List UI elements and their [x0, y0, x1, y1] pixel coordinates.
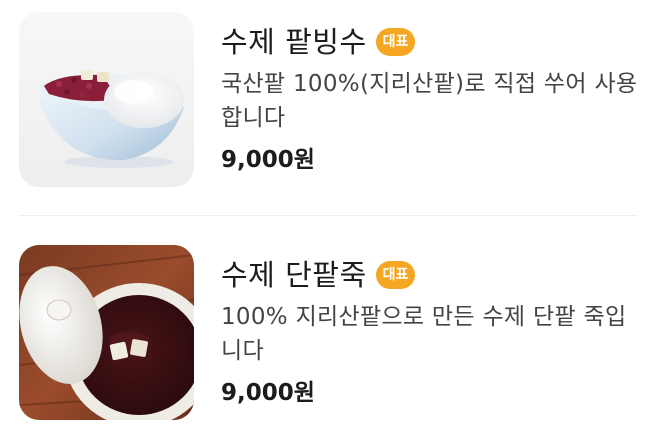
menu-item-patbingsu[interactable]: 수제 팥빙수 대표 국산팥 100%(지리산팥)로 직접 쑤어 사용합니다 9,… [19, 12, 637, 187]
menu-item-danpatjuk[interactable]: 수제 단팥죽 대표 100% 지리산팥으로 만든 수제 단팥 죽입니다 9,00… [19, 245, 637, 420]
title-row: 수제 단팥죽 대표 [221, 255, 416, 295]
menu-description: 100% 지리산팥으로 만든 수제 단팥 죽입니다 [221, 304, 627, 364]
title-row: 수제 팥빙수 대표 [221, 22, 416, 62]
signature-badge: 대표 [375, 28, 416, 56]
menu-name[interactable]: 수제 단팥죽 [221, 255, 367, 295]
danpatjuk-photo[interactable] [19, 245, 194, 420]
signature-badge: 대표 [375, 261, 416, 289]
menu-price: 9,000원 [221, 147, 315, 173]
menu-price: 9,000원 [221, 380, 315, 406]
menu-name[interactable]: 수제 팥빙수 [221, 22, 367, 62]
item-divider [19, 215, 637, 216]
menu-description: 국산팥 100%(지리산팥)로 직접 쑤어 사용합니다 [221, 71, 638, 131]
patbingsu-photo[interactable] [19, 12, 194, 187]
